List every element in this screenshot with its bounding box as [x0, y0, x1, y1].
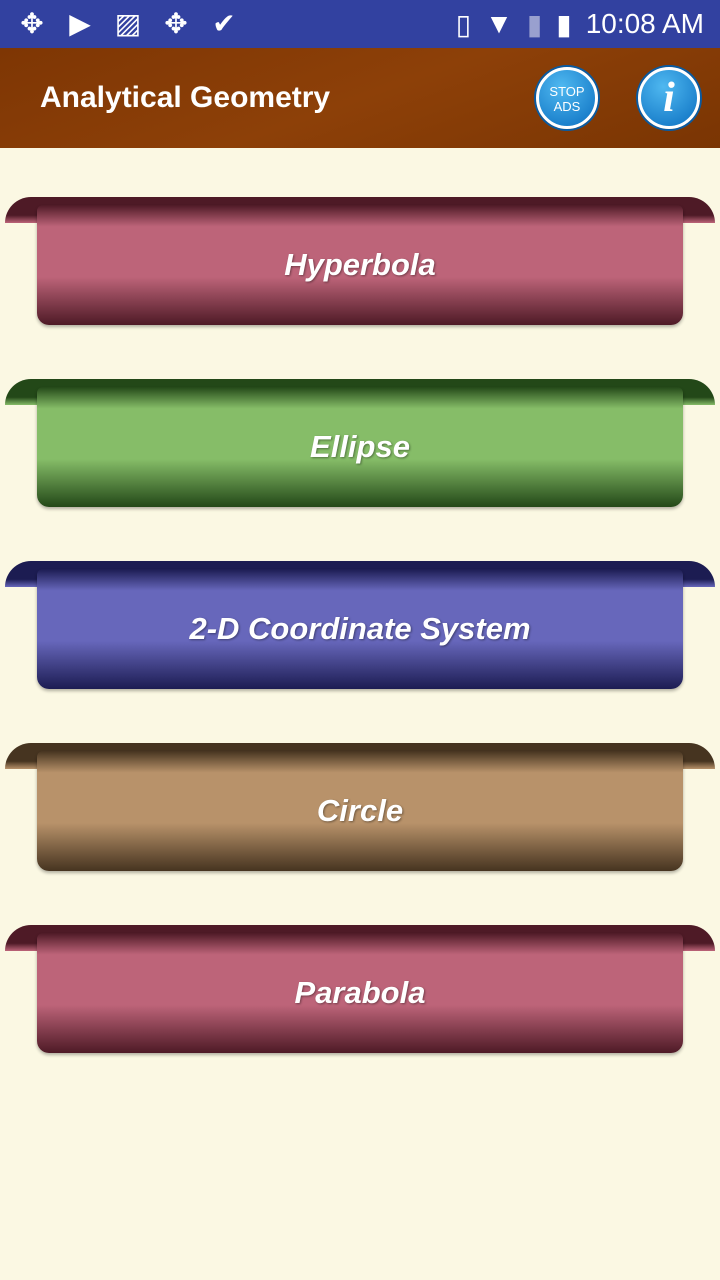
vibrate-icon: ▯ — [455, 8, 472, 40]
check-icon: ✔ — [212, 8, 236, 39]
youtube-icon: ▶ — [69, 8, 91, 39]
menu-list: Hyperbola Ellipse 2-D Coordinate System … — [0, 148, 720, 1280]
status-time: 10:08 AM — [585, 8, 704, 39]
menu-item-parabola[interactable]: Parabola — [0, 925, 720, 1055]
ribbon-body: Ellipse — [37, 387, 683, 507]
app-bar: Analytical Geometry STOP ADS i — [0, 48, 720, 148]
menu-item-ellipse[interactable]: Ellipse — [0, 379, 720, 509]
menu-item-label: Hyperbola — [284, 247, 436, 282]
ribbon-body: Parabola — [37, 933, 683, 1053]
menu-item-label: Circle — [316, 793, 404, 828]
menu-item-label: Parabola — [294, 975, 426, 1010]
status-bar: ✥ ▶ ▨ ✥ ✔ ▯ ▼ ▮ ▮ 10:08 AM — [0, 0, 720, 48]
ribbon-body: Circle — [37, 751, 683, 871]
wifi-icon: ▼ — [485, 8, 513, 39]
menu-item-circle[interactable]: Circle — [0, 743, 720, 873]
menu-item-label: Ellipse — [310, 429, 410, 464]
stop-ads-label: ADS — [553, 99, 581, 114]
menu-item-label: 2-D Coordinate System — [189, 611, 531, 646]
page-title: Analytical Geometry — [40, 81, 331, 114]
image-icon: ▨ — [114, 8, 142, 39]
ribbon-body: 2-D Coordinate System — [37, 569, 683, 689]
stop-ads-label: STOP — [549, 84, 585, 99]
app-icon: ✥ — [20, 8, 44, 39]
no-sim-icon: ▮ — [526, 8, 543, 40]
battery-icon: ▮ — [556, 8, 572, 40]
info-button[interactable]: i — [638, 67, 700, 129]
info-icon: i — [663, 75, 675, 121]
ribbon-body: Hyperbola — [37, 205, 683, 325]
menu-item-2d-coordinate-system[interactable]: 2-D Coordinate System — [0, 561, 720, 691]
app-icon: ✥ — [164, 8, 188, 39]
menu-item-hyperbola[interactable]: Hyperbola — [0, 197, 720, 327]
stop-ads-button[interactable]: STOP ADS — [536, 67, 598, 129]
